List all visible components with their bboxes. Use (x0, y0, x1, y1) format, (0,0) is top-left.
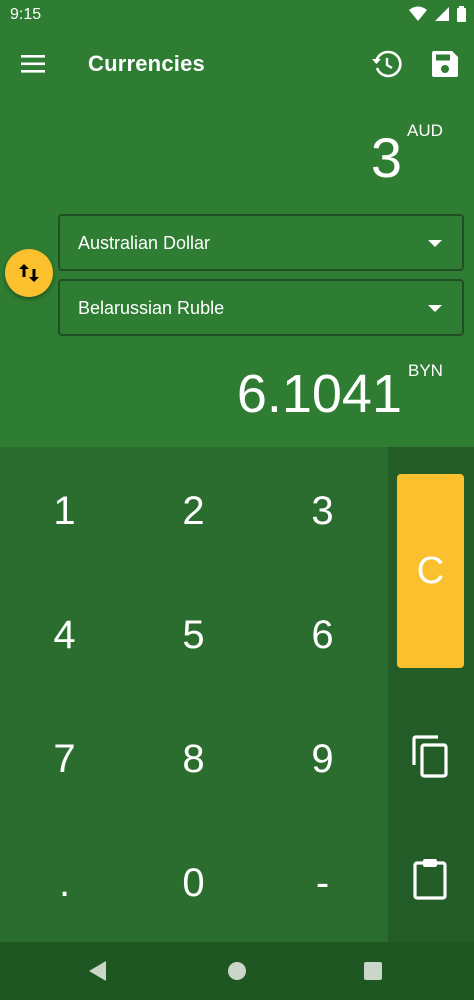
history-icon (372, 50, 402, 78)
page-title: Currencies (88, 51, 205, 76)
from-amount: 3 (370, 126, 402, 189)
clear-button[interactable]: C (397, 474, 464, 668)
to-amount: 6.1041 (236, 364, 402, 424)
key-7[interactable]: 7 (0, 697, 129, 821)
from-currency-label: Australian Dollar (78, 233, 211, 253)
back-icon[interactable] (88, 960, 108, 982)
paste-icon (413, 859, 447, 900)
side-panel: C (388, 447, 474, 942)
menu-icon (21, 55, 45, 73)
keypad: 1 2 3 4 5 6 7 8 9 . 0 - (0, 447, 388, 942)
copy-button[interactable] (410, 735, 450, 779)
battery-icon (457, 6, 466, 22)
key-5[interactable]: 5 (129, 573, 258, 697)
save-icon (432, 51, 458, 77)
signal-icon (435, 7, 449, 21)
key-6[interactable]: 6 (258, 573, 387, 697)
history-button[interactable] (372, 49, 402, 79)
swap-currencies-button[interactable] (5, 249, 53, 297)
key-9[interactable]: 9 (258, 697, 387, 821)
key-8[interactable]: 8 (129, 697, 258, 821)
recents-icon[interactable] (364, 962, 382, 980)
swap-icon (19, 264, 39, 282)
key-minus[interactable]: - (258, 821, 387, 945)
paste-button[interactable] (410, 857, 450, 901)
home-icon[interactable] (228, 962, 246, 980)
from-currency-select[interactable]: Australian Dollar (58, 214, 464, 271)
menu-button[interactable] (18, 50, 48, 78)
key-4[interactable]: 4 (0, 573, 129, 697)
app-bar: Currencies (0, 32, 474, 96)
key-1[interactable]: 1 (0, 449, 129, 573)
from-currency-code: AUD (407, 121, 443, 140)
key-decimal[interactable]: . (0, 821, 129, 945)
system-nav-bar (0, 942, 474, 1000)
to-currency-select[interactable]: Belarussian Ruble (58, 279, 464, 336)
chevron-down-icon (428, 240, 442, 247)
key-2[interactable]: 2 (129, 449, 258, 573)
to-currency-label: Belarussian Ruble (78, 298, 225, 318)
status-time: 9:15 (10, 6, 42, 23)
copy-icon (412, 735, 448, 778)
save-button[interactable] (430, 49, 460, 79)
to-currency-code: BYN (408, 361, 443, 380)
key-3[interactable]: 3 (258, 449, 387, 573)
chevron-down-icon (428, 305, 442, 312)
status-icons (409, 6, 466, 22)
key-0[interactable]: 0 (129, 821, 258, 945)
status-bar: 9:15 (0, 0, 474, 32)
wifi-icon (409, 6, 427, 21)
